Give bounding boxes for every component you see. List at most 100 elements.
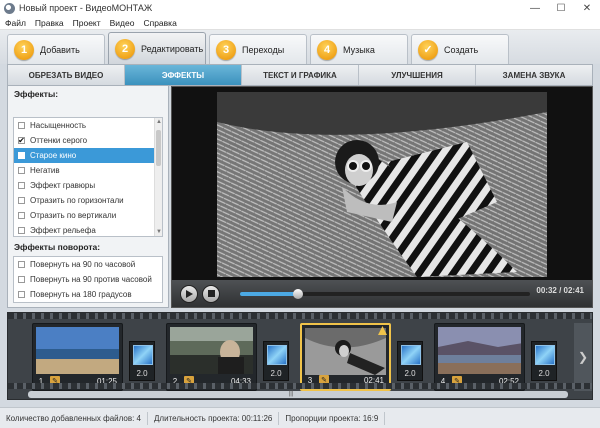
checkbox[interactable] xyxy=(18,167,25,174)
menu-edit[interactable]: Правка xyxy=(35,18,64,28)
effect-label: Отразить по горизонтали xyxy=(30,196,124,205)
step-badge: 4 xyxy=(317,39,337,60)
clip-thumbnail xyxy=(438,327,521,374)
car-thumbnail-image xyxy=(170,327,253,374)
transition-icon xyxy=(401,345,421,365)
timeline-next-button[interactable]: ❯ xyxy=(574,323,592,391)
status-files-count: Количество добавленных файлов: 4 xyxy=(0,411,148,425)
effect-item[interactable]: Эффект рельефа xyxy=(14,223,162,236)
window-controls: — ☐ ✕ xyxy=(522,0,600,16)
checkbox[interactable] xyxy=(18,152,25,159)
tab-replace-sound[interactable]: ЗАМЕНА ЗВУКА xyxy=(476,65,592,85)
checkbox[interactable] xyxy=(18,197,25,204)
step-tab-music[interactable]: 4 Музыка xyxy=(310,34,408,64)
scroll-down-icon[interactable]: ▼ xyxy=(155,228,162,236)
timecode: 00:32 / 02:41 xyxy=(536,286,584,295)
checkbox[interactable] xyxy=(18,227,25,234)
menu-help[interactable]: Справка xyxy=(143,18,176,28)
transition-duration: 2.0 xyxy=(404,369,416,378)
close-icon[interactable]: ✕ xyxy=(574,0,600,16)
minimize-icon[interactable]: — xyxy=(522,0,548,16)
timeline-scrollbar[interactable]: ||| xyxy=(28,391,568,398)
tab-enhancements[interactable]: УЛУЧШЕНИЯ xyxy=(359,65,476,85)
checkbox-checked[interactable]: ✔ xyxy=(18,137,25,145)
tab-trim-video[interactable]: ОБРЕЗАТЬ ВИДЕО xyxy=(8,65,125,85)
transition-duration: 2.0 xyxy=(270,369,282,378)
effects-title: Эффекты: xyxy=(14,89,59,99)
transition-icon xyxy=(267,345,287,365)
clip-4[interactable]: 4 ✎ 02:52 xyxy=(434,323,525,391)
seek-handle[interactable] xyxy=(293,288,303,299)
rotation-item[interactable]: Повернуть на 90 против часовой xyxy=(14,272,162,287)
effect-item[interactable]: Насыщенность xyxy=(14,118,162,133)
step-label: Переходы xyxy=(242,44,285,55)
rotation-item[interactable]: Повернуть на 180 градусов xyxy=(14,287,162,302)
effects-scrollbar[interactable]: ▲ ▼ xyxy=(154,118,162,236)
menu-video[interactable]: Видео xyxy=(110,18,135,28)
step-badge: 1 xyxy=(14,39,34,60)
video-image xyxy=(217,92,547,277)
effect-label: Эффект гравюры xyxy=(30,181,96,190)
clip-thumbnail xyxy=(170,327,253,374)
clip-2[interactable]: 2 ✎ 04:33 xyxy=(166,323,257,391)
step-tab-create[interactable]: ✓ Создать xyxy=(411,34,509,64)
checkbox[interactable] xyxy=(18,261,25,268)
effect-item[interactable]: Эффект гравюры xyxy=(14,178,162,193)
effect-label: Негатив xyxy=(30,166,60,175)
menu-project[interactable]: Проект xyxy=(73,18,101,28)
app-logo-icon xyxy=(4,2,15,14)
step-label: Музыка xyxy=(343,44,375,55)
step-tab-edit[interactable]: 2 Редактировать xyxy=(108,32,206,64)
effects-list: Насыщенность ✔ Оттенки серого Старое кино… xyxy=(13,117,163,237)
transition-4[interactable]: 2.0 xyxy=(531,341,557,381)
play-button[interactable] xyxy=(180,284,198,303)
tab-text-graphics[interactable]: ТЕКСТ И ГРАФИКА xyxy=(242,65,359,85)
player-controls: 00:32 / 02:41 xyxy=(172,280,592,307)
checkbox[interactable] xyxy=(18,291,25,298)
seek-progress xyxy=(240,291,298,296)
effect-item[interactable]: Отразить по горизонтали xyxy=(14,193,162,208)
transition-icon xyxy=(133,345,153,365)
transition-3[interactable]: 2.0 xyxy=(397,341,423,381)
step-tab-add[interactable]: 1 Добавить xyxy=(7,34,105,64)
play-icon xyxy=(186,289,193,298)
scroll-thumb[interactable] xyxy=(156,130,161,166)
transition-duration: 2.0 xyxy=(136,369,148,378)
checkmark-icon: ✓ xyxy=(418,39,438,60)
transition-2[interactable]: 2.0 xyxy=(263,341,289,381)
effect-label: Старое кино xyxy=(30,151,77,160)
clip-thumbnail xyxy=(36,327,119,374)
rotation-item[interactable]: Повернуть на 90 по часовой xyxy=(14,257,162,272)
checkbox[interactable] xyxy=(18,122,25,129)
step-tabs: 1 Добавить 2 Редактировать 3 Переходы 4 … xyxy=(0,30,600,64)
checkbox[interactable] xyxy=(18,212,25,219)
step-label: Добавить xyxy=(40,44,80,55)
status-bar: Количество добавленных файлов: 4 Длитель… xyxy=(0,407,600,428)
effect-item[interactable]: Негатив xyxy=(14,163,162,178)
step-tab-transitions[interactable]: 3 Переходы xyxy=(209,34,307,64)
effect-item-selected[interactable]: Старое кино xyxy=(14,148,162,163)
scroll-up-icon[interactable]: ▲ xyxy=(155,118,162,126)
maximize-icon[interactable]: ☐ xyxy=(548,0,574,16)
rotation-list: Повернуть на 90 по часовой Повернуть на … xyxy=(13,256,163,303)
sub-tabs: ОБРЕЗАТЬ ВИДЕО ЭФФЕКТЫ ТЕКСТ И ГРАФИКА У… xyxy=(7,64,593,86)
tab-effects[interactable]: ЭФФЕКТЫ xyxy=(125,65,242,85)
transition-1[interactable]: 2.0 xyxy=(129,341,155,381)
stop-button[interactable] xyxy=(202,284,220,303)
step-label: Создать xyxy=(444,44,479,55)
clip-3-selected[interactable]: 3 ✎ 02:41 xyxy=(300,323,391,391)
effect-label: Насыщенность xyxy=(30,121,87,130)
checkbox[interactable] xyxy=(18,182,25,189)
status-project-duration: Длительность проекта: 00:11:26 xyxy=(148,411,280,425)
beach-thumbnail-image xyxy=(36,327,119,374)
checkbox[interactable] xyxy=(18,276,25,283)
seek-bar[interactable] xyxy=(240,288,530,299)
effect-item[interactable]: ✔ Оттенки серого xyxy=(14,133,162,148)
stop-icon xyxy=(207,290,215,297)
chevron-right-icon: ❯ xyxy=(577,350,589,364)
effect-item[interactable]: Отразить по вертикали xyxy=(14,208,162,223)
menu-file[interactable]: Файл xyxy=(5,18,26,28)
clip-1[interactable]: 1 ✎ 01:25 xyxy=(32,323,123,391)
scroll-grip-icon[interactable]: ||| xyxy=(286,391,296,398)
menu-bar: Файл Правка Проект Видео Справка xyxy=(0,16,600,30)
